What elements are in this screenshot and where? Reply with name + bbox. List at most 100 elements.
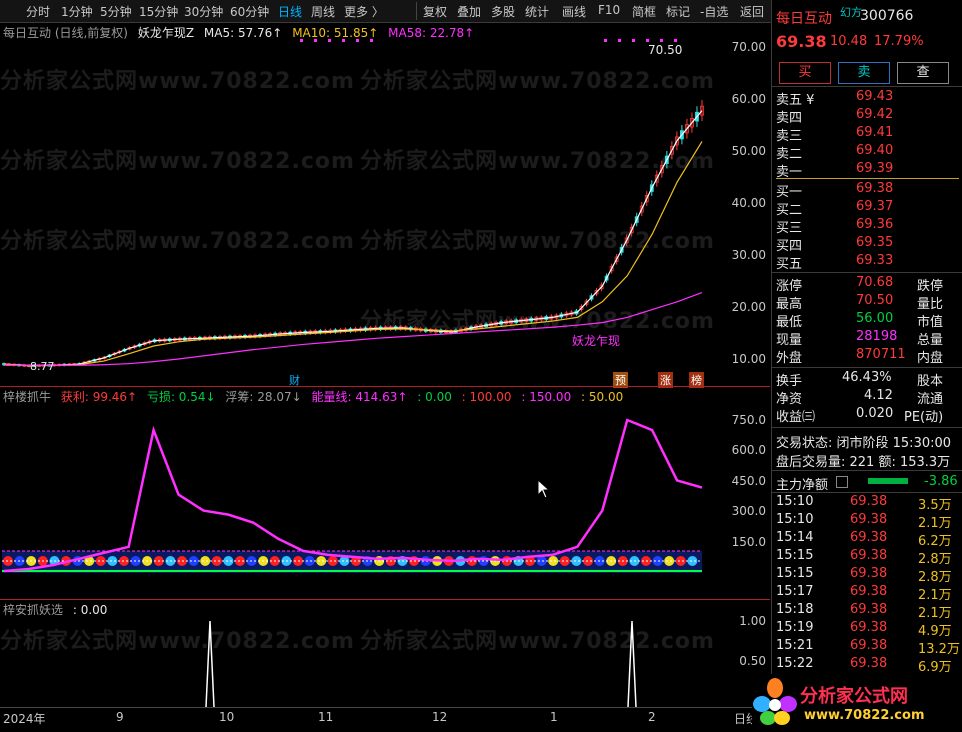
signal-dot — [632, 39, 635, 42]
ask-row[interactable]: 卖四 69.42 — [776, 107, 962, 126]
y-tick: 150.0 — [731, 535, 766, 549]
stat-row: 净资 4.12 流通 — [776, 388, 944, 407]
sell-button[interactable]: 卖 — [838, 62, 890, 84]
y-tick: 300.0 — [731, 504, 766, 518]
tick-list[interactable]: 15:10 69.38 3.5万 15:10 69.38 2.1万 15:14 69.38 6.… — [772, 494, 962, 675]
sub1-name[interactable]: 梓楼抓牛 — [3, 390, 51, 404]
y-tick: 750.0 — [731, 413, 766, 427]
period-tab-60min[interactable]: 60分钟 — [230, 3, 269, 20]
buy-button[interactable]: 买 — [779, 62, 831, 84]
signal-dot — [300, 39, 303, 42]
profit-value: 获利: 99.46↑ — [60, 390, 138, 404]
pane-divider[interactable] — [0, 386, 770, 387]
tick-price: 69.38 — [850, 566, 888, 581]
last-price: 69.38 — [776, 32, 827, 51]
stat-row: 涨停 70.68 跌停 — [776, 275, 944, 294]
simple-frame-button[interactable]: 简框 — [632, 3, 656, 20]
x-tick: 12 — [432, 710, 448, 724]
bid-row[interactable]: 买一 69.38 — [776, 181, 962, 200]
y-tick: 50.00 — [731, 144, 766, 158]
period-tab-15min[interactable]: 15分钟 — [139, 3, 178, 20]
main-flow-value: -3.86 — [924, 474, 958, 489]
signal-dot — [314, 39, 317, 42]
x-tick: 9 — [116, 710, 124, 724]
heat-dot — [95, 556, 106, 566]
sub2-name[interactable]: 梓安抓妖选 — [3, 603, 63, 617]
statistics-button[interactable]: 统计 — [525, 3, 549, 20]
tick-row: 15:14 69.38 6.2万 — [776, 530, 962, 549]
bid-row[interactable]: 买四 69.35 — [776, 235, 962, 254]
draw-line-button[interactable]: 画线 — [562, 3, 586, 20]
signal-dot — [674, 39, 677, 42]
stat-row: 外盘 870711 内盘 — [776, 347, 944, 366]
logo-url: www.70822.com — [804, 708, 925, 723]
tick-time: 15:15 — [776, 566, 814, 581]
tick-volume: 2.8万 — [918, 570, 952, 585]
tick-time: 15:18 — [776, 602, 814, 617]
sub2-legend: 梓安抓妖选 : 0.00 — [3, 601, 113, 618]
site-logo: 分析家公式网 www.70822.com — [752, 674, 962, 732]
tick-row: 15:18 69.38 2.1万 — [776, 602, 962, 621]
flower-logo-icon — [753, 678, 797, 725]
tick-time: 15:10 — [776, 512, 814, 527]
period-tab-daily[interactable]: 日线 — [278, 3, 302, 20]
period-tab-1min[interactable]: 1分钟 — [61, 3, 93, 20]
f10-button[interactable]: F10 — [598, 3, 620, 17]
flow-detail-icon[interactable] — [836, 476, 848, 488]
query-button[interactable]: 查 — [897, 62, 949, 84]
tick-price: 69.38 — [850, 620, 888, 635]
quote-panel: 每日互动 幻方 300766 69.38 10.48 17.79% 买 卖 查 … — [752, 0, 962, 732]
line-50-value: : 50.00 — [581, 390, 624, 404]
tick-time: 15:10 — [776, 494, 814, 509]
signal-dot — [328, 39, 331, 42]
period-more-menu[interactable]: 更多 〉 — [344, 3, 384, 20]
x-tick: 1 — [550, 710, 558, 724]
y-tick: 30.00 — [731, 248, 766, 262]
bid-row[interactable]: 买五 69.33 — [776, 253, 962, 272]
main-flow-bar — [868, 478, 908, 484]
ask-row[interactable]: 卖三 69.41 — [776, 125, 962, 144]
period-tab-5min[interactable]: 5分钟 — [100, 3, 132, 20]
x-tick: 2 — [648, 710, 656, 724]
adjust-button[interactable]: 复权 — [423, 3, 447, 20]
ask-row[interactable]: 卖五 ¥69.43 — [776, 89, 962, 108]
ask-row[interactable]: 卖二 69.40 — [776, 143, 962, 162]
tick-row: 15:17 69.38 2.1万 — [776, 584, 962, 603]
signal-dot — [618, 39, 621, 42]
tick-row: 15:10 69.38 3.5万 — [776, 494, 962, 513]
pane-divider[interactable] — [0, 599, 770, 600]
tick-price: 69.38 — [850, 638, 888, 653]
tick-volume: 3.5万 — [918, 498, 952, 513]
overlay-button[interactable]: 叠加 — [457, 3, 481, 20]
signal-label: 妖龙乍现 — [572, 334, 621, 348]
bid-row[interactable]: 买三 69.36 — [776, 217, 962, 236]
period-tab-intraday[interactable]: 分时 — [26, 3, 50, 20]
stat-row: 最低 56.00 市值 — [776, 311, 944, 330]
period-tab-30min[interactable]: 30分钟 — [184, 3, 223, 20]
signal-dot — [356, 39, 359, 42]
chart-area[interactable]: 分析家公式网www.70822.com 分析家公式网www.70822.com … — [0, 23, 770, 732]
mark-button[interactable]: 标记 — [666, 3, 690, 20]
stock-code: 300766 — [860, 8, 914, 24]
logo-text: 分析家公式网 — [800, 686, 908, 707]
y-tick: 0.50 — [739, 654, 766, 668]
bid-row[interactable]: 买二 69.37 — [776, 199, 962, 218]
ask-row[interactable]: 卖一 69.39 — [776, 161, 962, 180]
stat-row: 最高 70.50 量比 — [776, 293, 944, 312]
signal-dot — [604, 39, 607, 42]
back-button[interactable]: 返回 — [740, 3, 764, 20]
stat-row: 换手 46.43% 股本 — [776, 370, 944, 389]
watchlist-button[interactable]: -自选 — [700, 3, 728, 20]
stock-name: 每日互动 — [776, 11, 832, 27]
heat-dot — [675, 556, 686, 566]
line-100-value: : 100.00 — [461, 390, 512, 404]
line-150-value: : 150.00 — [521, 390, 572, 404]
mouse-cursor-icon — [537, 479, 551, 499]
heat-dot — [559, 556, 570, 566]
kline-chart[interactable] — [0, 23, 770, 732]
multi-stock-button[interactable]: 多股 — [491, 3, 515, 20]
main-flow-label[interactable]: 主力净额 — [776, 474, 828, 493]
period-tab-weekly[interactable]: 周线 — [311, 3, 335, 20]
y-tick: 10.00 — [731, 352, 766, 366]
tick-row: 15:21 69.38 13.2万 — [776, 638, 962, 657]
